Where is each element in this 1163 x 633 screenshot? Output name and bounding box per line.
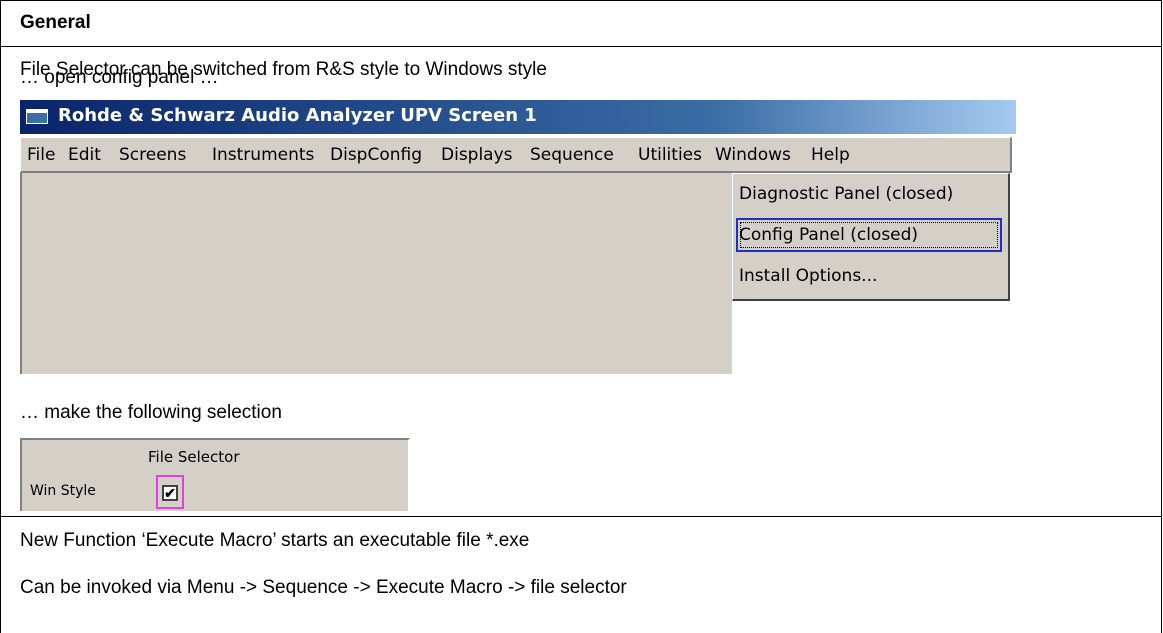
menu-sequence[interactable]: Sequence: [530, 145, 614, 165]
win-style-label: Win Style: [30, 483, 96, 499]
checkbox-highlight: ✔: [156, 475, 184, 509]
table-divider-2: [0, 516, 1162, 517]
screenshot-menu: Rohde & Schwarz Audio Analyzer UPV Scree…: [20, 100, 1016, 374]
window-icon: [26, 109, 48, 124]
menu-edit[interactable]: Edit: [68, 145, 101, 165]
menu-bar: File Edit Screens Instruments DispConfig…: [20, 137, 1012, 173]
menu-item-install-options[interactable]: Install Options...: [739, 266, 877, 286]
utilities-dropdown: Diagnostic Panel (closed) Config Panel (…: [732, 173, 1010, 301]
menu-item-diagnostic-panel[interactable]: Diagnostic Panel (closed): [739, 184, 953, 204]
menu-item-config-panel[interactable]: Config Panel (closed): [739, 225, 918, 245]
menu-displays[interactable]: Displays: [441, 145, 513, 165]
file-selector-title: File Selector: [148, 448, 240, 466]
work-area: [20, 173, 732, 374]
table-border-right: [1161, 0, 1162, 633]
table-divider-1: [0, 46, 1162, 47]
menu-utilities[interactable]: Utilities: [638, 145, 702, 165]
menu-dispconfig[interactable]: DispConfig: [330, 145, 422, 165]
table-border-left: [0, 0, 1, 633]
win-style-checkbox[interactable]: ✔: [162, 485, 178, 501]
menu-file[interactable]: File: [27, 145, 55, 165]
new-function-line: New Function ‘Execute Macro’ starts an e…: [20, 530, 530, 551]
menu-help[interactable]: Help: [811, 145, 850, 165]
menu-screens[interactable]: Screens: [119, 145, 186, 165]
menu-windows[interactable]: Windows: [715, 145, 791, 165]
menu-instruments[interactable]: Instruments: [212, 145, 314, 165]
section-heading: General: [20, 12, 91, 33]
window-titlebar: Rohde & Schwarz Audio Analyzer UPV Scree…: [20, 100, 1016, 134]
screenshot-file-selector: File Selector Win Style ✔: [20, 438, 410, 511]
window-title: Rohde & Schwarz Audio Analyzer UPV Scree…: [58, 105, 537, 126]
instruction-open-config: … open config panel …: [20, 67, 219, 88]
invocation-line: Can be invoked via Menu -> Sequence -> E…: [20, 577, 627, 598]
instruction-make-selection: … make the following selection: [20, 402, 282, 423]
table-border-top: [0, 0, 1162, 1]
